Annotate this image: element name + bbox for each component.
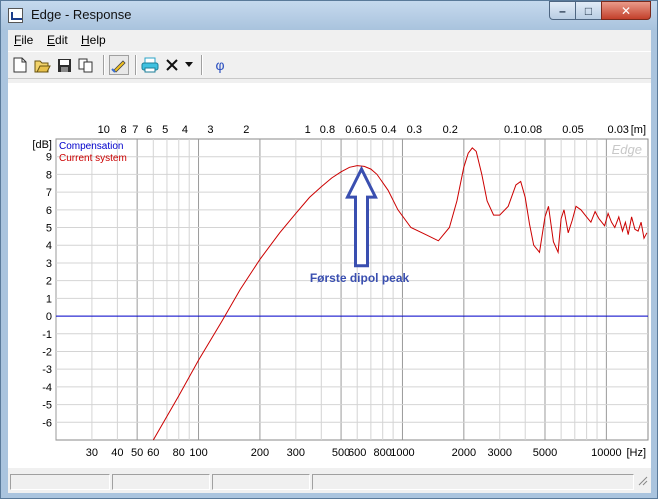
top-tick-label: 0.5	[361, 124, 376, 136]
y-tick-label: -2	[42, 346, 52, 358]
x-tick-label: 5000	[533, 447, 557, 459]
top-tick-label: 0.3	[407, 124, 422, 136]
menu-edit-label: dit	[55, 33, 68, 47]
status-bar	[8, 472, 651, 493]
x-tick-label: 30	[86, 447, 98, 459]
top-tick-label: 0.6	[345, 124, 360, 136]
response-chart[interactable]: 9876543210-1-2-3-4-5-6[dB]30 40 50 60 80 100 2…	[8, 83, 651, 468]
menu-help-label: elp	[89, 33, 106, 47]
legend-entry: Current system	[59, 153, 127, 164]
top-tick-label: 0.1	[504, 124, 519, 136]
dropdown-arrow-icon[interactable]	[182, 55, 196, 75]
top-tick-label: 0.2	[443, 124, 458, 136]
x-tick-label: 60	[147, 447, 159, 459]
top-tick-label: 8	[120, 124, 126, 136]
copy-icon[interactable]	[76, 55, 96, 75]
legend-entry: Compensation	[59, 141, 123, 152]
menu-edit-accel: E	[47, 33, 56, 47]
top-tick-label: 0.4	[381, 124, 396, 136]
y-tick-label: -6	[42, 417, 52, 429]
watermark-label: Edge	[612, 142, 642, 157]
pencil-edit-icon[interactable]	[109, 55, 129, 75]
x-tick-label: 2000	[452, 447, 476, 459]
annotation-label: Første dipol peak	[310, 271, 410, 285]
status-cell-2	[112, 474, 210, 490]
close-button[interactable]: ✕	[601, 1, 651, 20]
y-tick-label: 1	[46, 293, 52, 305]
status-cell-4	[312, 474, 634, 490]
x-tick-label: 40	[111, 447, 123, 459]
y-tick-label: 9	[46, 152, 52, 164]
x-unit-label: [Hz]	[626, 447, 646, 459]
status-cell-1	[10, 474, 110, 490]
menu-help-accel: H	[81, 33, 90, 47]
status-cell-3	[212, 474, 310, 490]
top-tick-label: 4	[182, 124, 188, 136]
x-tick-label: 80	[173, 447, 185, 459]
menu-bar: File Edit Help	[8, 30, 651, 50]
y-tick-label: 6	[46, 205, 52, 217]
menu-file[interactable]: File	[14, 33, 33, 47]
y-tick-label: -3	[42, 364, 52, 376]
x-tick-label: 200	[251, 447, 269, 459]
top-tick-label: 0.08	[521, 124, 542, 136]
y-tick-label: 3	[46, 258, 52, 270]
top-tick-label: 0.8	[320, 124, 335, 136]
y-tick-label: 8	[46, 169, 52, 181]
toolbar-separator	[201, 55, 203, 75]
top-tick-label: 6	[146, 124, 152, 136]
x-tick-label: 1000	[390, 447, 414, 459]
app-window: Edge - Response – □ ✕ File Edit Help φ 9…	[0, 0, 658, 499]
x-tick-label: 10000	[591, 447, 622, 459]
x-tick-label: 50	[131, 447, 143, 459]
open-folder-icon[interactable]	[32, 55, 52, 75]
y-tick-label: -4	[42, 382, 52, 394]
x-tick-label: 300	[287, 447, 305, 459]
toolbar-separator	[103, 55, 105, 75]
top-tick-label: 5	[162, 124, 168, 136]
save-icon[interactable]	[54, 55, 74, 75]
top-tick-label: 3	[207, 124, 213, 136]
client-area: File Edit Help φ 9 8 7 6 5 4 3 2 1 0 -1 …	[8, 30, 651, 493]
y-tick-label: -1	[42, 329, 52, 341]
y-tick-label: -5	[42, 400, 52, 412]
x-tick-label: 600	[348, 447, 366, 459]
app-icon[interactable]	[8, 8, 23, 23]
menu-edit[interactable]: Edit	[47, 33, 68, 47]
toolbar: φ	[8, 51, 651, 79]
top-tick-label: 1	[305, 124, 311, 136]
y-tick-label: 2	[46, 276, 52, 288]
top-tick-label: 2	[243, 124, 249, 136]
title-bar[interactable]: Edge - Response – □ ✕	[1, 1, 657, 30]
y-tick-label: 0	[46, 311, 52, 323]
minimize-button[interactable]: –	[549, 1, 576, 20]
phi-icon[interactable]: φ	[210, 55, 230, 75]
x-tick-label: 100	[189, 447, 207, 459]
resize-grip-icon[interactable]	[636, 474, 649, 490]
plot-area	[55, 138, 649, 441]
new-file-icon[interactable]	[10, 55, 30, 75]
menu-help[interactable]: Help	[81, 33, 106, 47]
top-tick-label: 0.03	[608, 124, 629, 136]
delete-x-icon[interactable]	[162, 55, 182, 75]
top-tick-label: 0.05	[562, 124, 583, 136]
y-tick-label: 4	[46, 240, 52, 252]
x-tick-label: 3000	[488, 447, 512, 459]
printer-icon[interactable]	[140, 55, 160, 75]
x-tick-label: 800	[374, 447, 392, 459]
y-tick-label: 7	[46, 187, 52, 199]
maximize-button[interactable]: □	[575, 1, 602, 20]
top-tick-label: 7	[132, 124, 138, 136]
top-unit-label: [m]	[631, 124, 646, 136]
window-title: Edge - Response	[31, 7, 132, 22]
menu-file-label: ile	[21, 33, 34, 47]
plot-frame: 9 8 7 6 5 4 3 2 1 0 -1 -2 -3 -4 -5 -6 [dB] 30 40 50 60 80 100 2…	[8, 83, 651, 468]
toolbar-separator	[135, 55, 137, 75]
y-unit-label: [dB]	[32, 139, 52, 151]
top-tick-label: 10	[98, 124, 110, 136]
y-tick-label: 5	[46, 223, 52, 235]
